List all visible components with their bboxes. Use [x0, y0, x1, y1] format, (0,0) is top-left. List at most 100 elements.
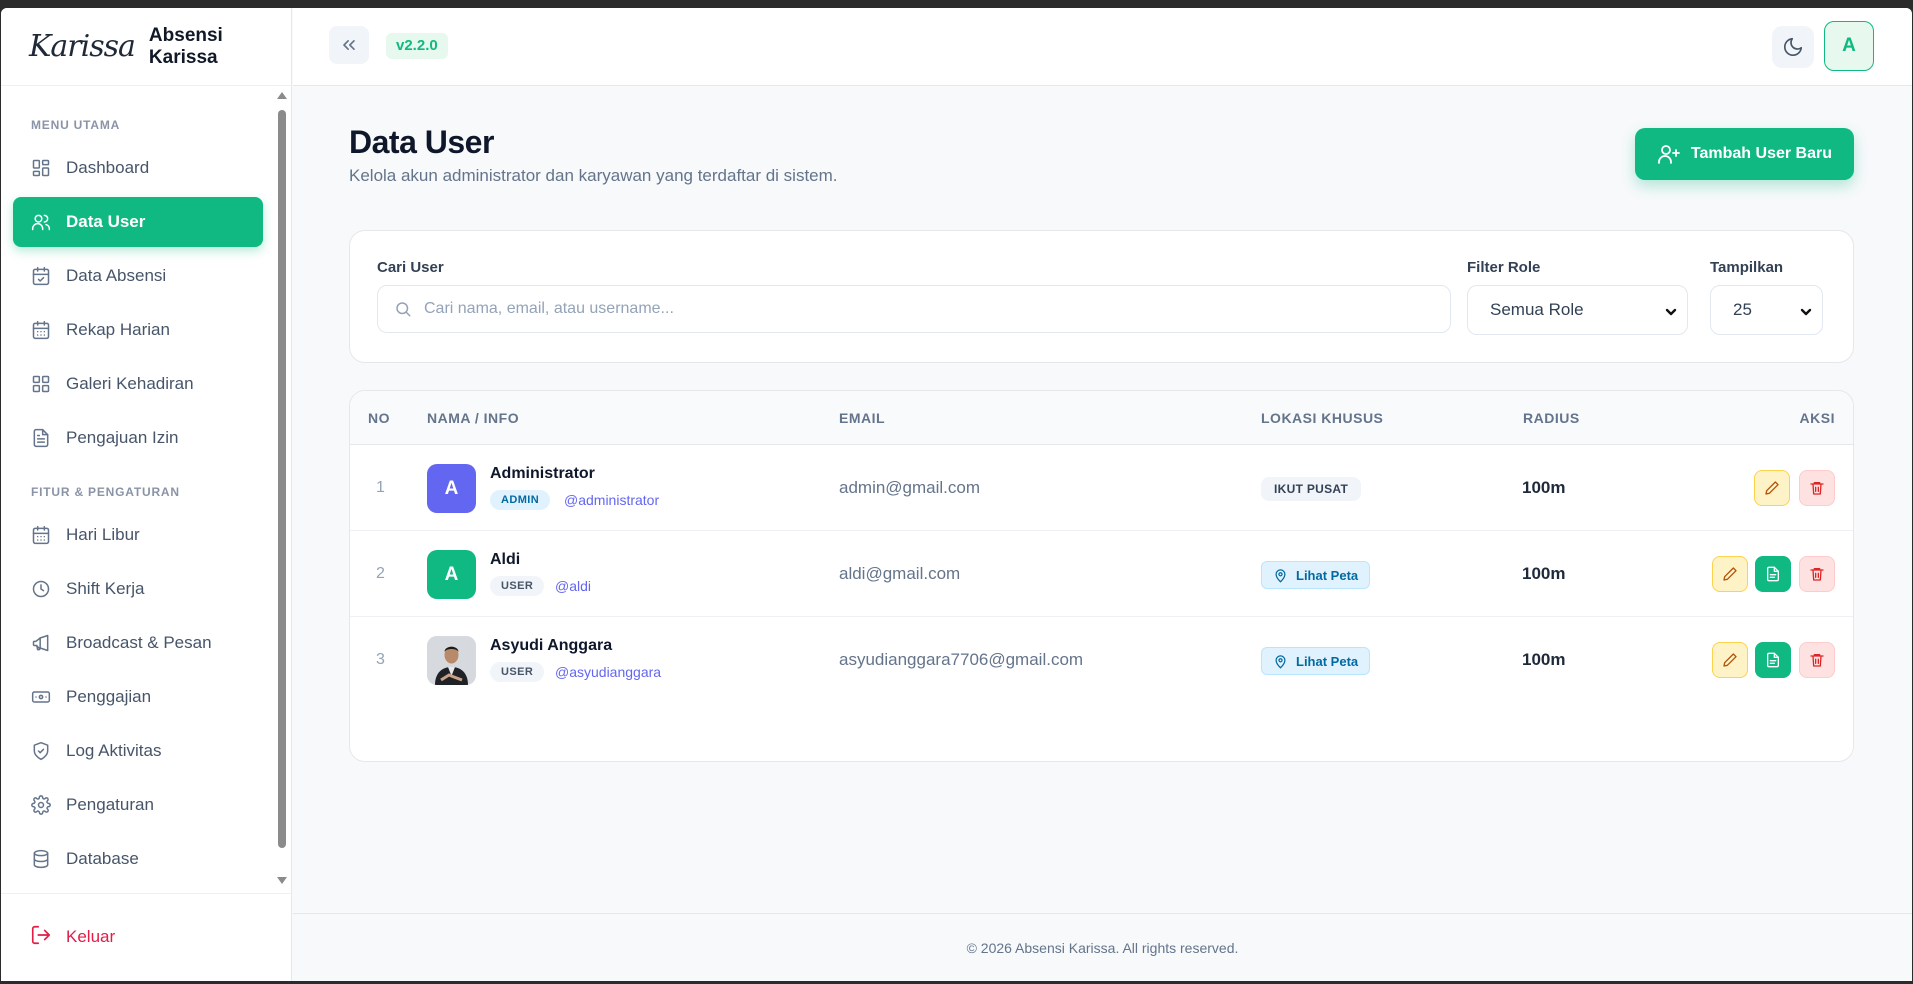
table-header: NO NAMA / INFO EMAIL LOKASI KHUSUS RADIU… [350, 391, 1853, 445]
view-map-label: Lihat Peta [1296, 567, 1359, 583]
sidebar-item-log-aktivitas[interactable]: Log Aktivitas [13, 726, 263, 776]
users-icon [30, 211, 52, 233]
sidebar-item-dashboard[interactable]: Dashboard [13, 143, 263, 193]
edit-button[interactable] [1712, 556, 1748, 592]
database-icon [30, 848, 52, 870]
map-pin-icon [1275, 568, 1286, 583]
search-field[interactable] [377, 285, 1451, 333]
edit-button[interactable] [1712, 642, 1748, 678]
sidebar-nav: MENU UTAMA Dashboard Data User Data Abse… [1, 87, 275, 893]
avatar-photo [427, 636, 476, 685]
chevron-down-icon [1665, 303, 1677, 316]
chevron-down-icon [1800, 303, 1812, 316]
avatar: A [427, 464, 476, 513]
app-window: Karissa Absensi Karissa MENU UTAMA Dashb… [1, 8, 1912, 981]
column-header: EMAIL [839, 410, 886, 426]
lokasi-badge: IKUT PUSAT [1261, 477, 1362, 501]
sidebar-item-shift-kerja[interactable]: Shift Kerja [13, 564, 263, 614]
person-photo-icon [427, 636, 476, 685]
sidebar-item-pengajuan-izin[interactable]: Pengajuan Izin [13, 413, 263, 463]
theme-toggle-button[interactable] [1772, 26, 1814, 68]
delete-button[interactable] [1799, 556, 1835, 592]
shield-icon [30, 740, 52, 762]
calendar-check-icon [30, 265, 52, 287]
sidebar-item-label: Broadcast & Pesan [66, 633, 212, 652]
user-email: aldi@gmail.com [839, 564, 961, 583]
sidebar-item-label: Rekap Harian [66, 320, 170, 339]
document-icon [1767, 652, 1779, 668]
scroll-down-arrow-icon[interactable] [277, 877, 287, 884]
page-subtitle: Kelola akun administrator dan karyawan y… [349, 166, 838, 185]
role-filter-select[interactable]: Semua Role [1467, 285, 1688, 335]
add-user-label: Tambah User Baru [1690, 145, 1832, 162]
sidebar-item-penggajian[interactable]: Penggajian [13, 672, 263, 722]
role-filter-label: Filter Role [1467, 259, 1541, 276]
user-email: asyudianggara7706@gmail.com [839, 650, 1084, 669]
logout-label: Keluar [66, 927, 116, 946]
document-icon [1767, 566, 1779, 582]
role-badge: USER [490, 662, 545, 682]
sidebar-item-label: Galeri Kehadiran [66, 374, 194, 393]
sidebar-item-label: Pengajuan Izin [66, 428, 179, 447]
sidebar: Karissa Absensi Karissa MENU UTAMA Dashb… [1, 8, 292, 981]
document-button[interactable] [1755, 642, 1791, 678]
delete-button[interactable] [1799, 470, 1835, 506]
sidebar-item-label: Pengaturan [66, 795, 154, 814]
calendar-icon [30, 524, 52, 546]
role-badge: USER [490, 576, 545, 596]
sidebar-item-label: Data Absensi [66, 266, 167, 285]
show-count-select[interactable]: 25 [1710, 285, 1823, 335]
sidebar-item-data-absensi[interactable]: Data Absensi [13, 251, 263, 301]
trash-icon [1810, 482, 1824, 495]
view-map-button[interactable]: Lihat Peta [1261, 647, 1371, 675]
sidebar-item-data-user[interactable]: Data User [13, 197, 263, 247]
sidebar-item-database[interactable]: Database [13, 834, 263, 884]
search-input[interactable] [424, 300, 1375, 318]
user-name: Aldi [490, 551, 521, 568]
delete-button[interactable] [1799, 642, 1835, 678]
user-avatar-button[interactable]: A [1824, 21, 1874, 71]
sidebar-item-broadcast[interactable]: Broadcast & Pesan [13, 618, 263, 668]
username: @asyudianggara [555, 664, 662, 680]
row-number: 1 [376, 479, 385, 496]
section-label-fitur: FITUR & PENGATURAN [31, 485, 180, 499]
gear-icon [30, 794, 52, 816]
add-user-button[interactable]: Tambah User Baru [1634, 128, 1854, 180]
show-count-value: 25 [1733, 300, 1752, 319]
pencil-icon [1765, 481, 1779, 495]
username: @aldi [555, 578, 592, 594]
user-table: NO NAMA / INFO EMAIL LOKASI KHUSUS RADIU… [349, 390, 1854, 762]
avatar: A [427, 550, 476, 599]
document-button[interactable] [1755, 556, 1791, 592]
map-pin-icon [1275, 654, 1286, 669]
show-label: Tampilkan [1710, 259, 1784, 276]
banknote-icon [30, 686, 52, 708]
column-header: LOKASI KHUSUS [1261, 410, 1384, 426]
table-row: 3 Asyudi Anggara USER @asyudianggara asy… [350, 617, 1853, 703]
username: @administrator [564, 492, 660, 508]
sidebar-scrollbar[interactable] [276, 92, 288, 884]
user-plus-icon [1658, 145, 1680, 164]
search-label: Cari User [377, 259, 444, 276]
trash-icon [1810, 568, 1824, 581]
document-icon [30, 427, 52, 449]
sidebar-item-label: Data User [66, 212, 146, 231]
sidebar-item-pengaturan[interactable]: Pengaturan [13, 780, 263, 830]
user-email: admin@gmail.com [839, 478, 981, 497]
sidebar-item-hari-libur[interactable]: Hari Libur [13, 510, 263, 560]
column-header: RADIUS [1523, 410, 1580, 426]
scrollbar-thumb[interactable] [278, 110, 286, 848]
logout-button[interactable]: Keluar [13, 912, 115, 962]
sidebar-item-label: Database [66, 849, 139, 868]
sidebar-item-label: Hari Libur [66, 525, 140, 544]
collapse-sidebar-button[interactable] [329, 26, 369, 64]
edit-button[interactable] [1754, 470, 1790, 506]
pencil-icon [1723, 567, 1737, 581]
sidebar-item-label: Log Aktivitas [66, 741, 162, 760]
scroll-up-arrow-icon[interactable] [277, 92, 287, 99]
sidebar-item-rekap-harian[interactable]: Rekap Harian [13, 305, 263, 355]
view-map-button[interactable]: Lihat Peta [1261, 561, 1371, 589]
table-row: 1 A Administrator ADMIN @administrator a… [350, 445, 1853, 531]
sidebar-item-galeri-kehadiran[interactable]: Galeri Kehadiran [13, 359, 263, 409]
logout-area: Keluar [1, 893, 291, 981]
